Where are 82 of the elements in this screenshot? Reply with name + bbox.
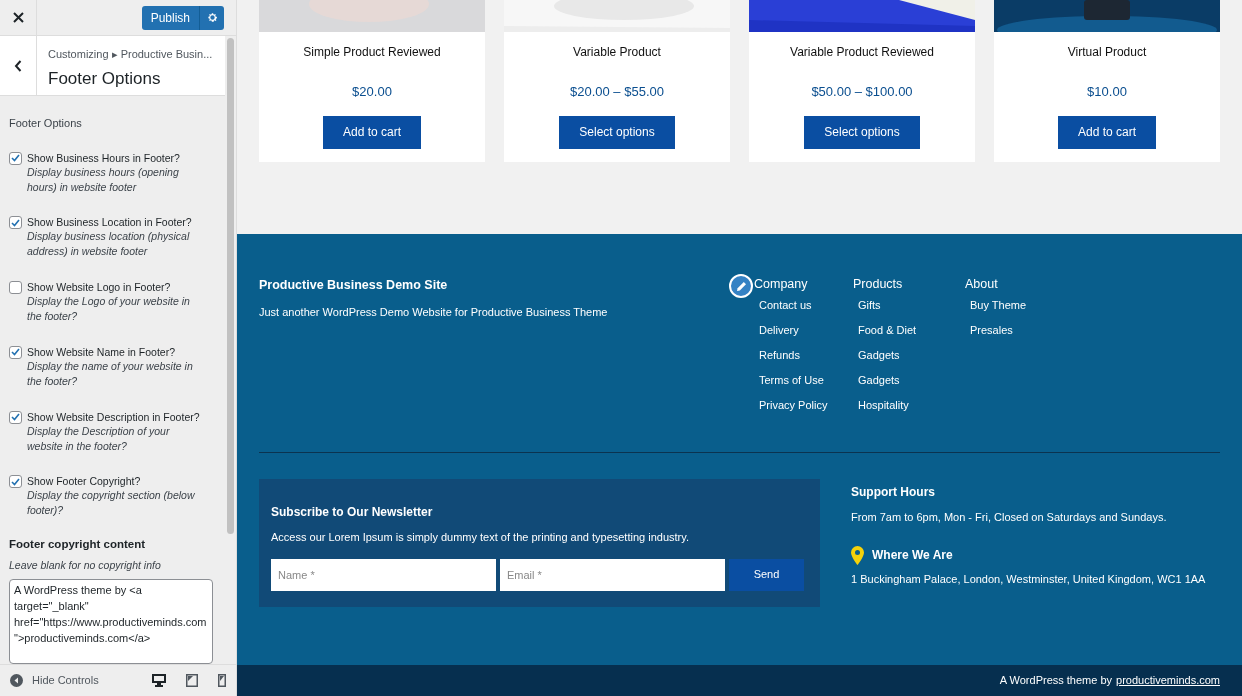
- product-price: $20.00: [352, 83, 392, 101]
- checkbox[interactable]: [9, 345, 22, 359]
- product-price: $20.00 – $55.00: [570, 83, 664, 101]
- tablet-icon[interactable]: [186, 674, 198, 687]
- desktop-icon[interactable]: [152, 674, 166, 687]
- footer-link[interactable]: Presales: [970, 323, 1085, 338]
- edit-shortcut[interactable]: [729, 274, 753, 298]
- checkbox[interactable]: [9, 216, 22, 230]
- footer-link[interactable]: Gifts: [858, 298, 965, 313]
- menu-heading: Products: [853, 276, 904, 292]
- product-price: $50.00 – $100.00: [811, 83, 913, 101]
- newsletter-title: Subscribe to Our Newsletter: [271, 504, 434, 521]
- menu-heading: About: [965, 276, 999, 292]
- close-icon: [12, 12, 24, 23]
- checkbox[interactable]: [9, 475, 22, 489]
- option-description: Display business location (physical address) in website footer: [27, 229, 191, 260]
- field-label: Footer copyright content: [9, 537, 147, 553]
- copyright-textarea[interactable]: A WordPress theme by <a target="_blank" href="https://www.productiveminds.com">productiveminds.com</a>: [9, 579, 213, 664]
- pencil-icon: [735, 280, 747, 292]
- option-label: Show Website Logo in Footer?: [27, 280, 172, 295]
- product-button[interactable]: Select options: [559, 115, 675, 149]
- product-button[interactable]: Add to cart: [323, 115, 421, 149]
- product-name[interactable]: Virtual Product: [1067, 43, 1147, 61]
- product-name[interactable]: Variable Product Reviewed: [790, 43, 934, 61]
- option-description: Display business hours (opening hours) in website footer: [27, 164, 180, 195]
- option-description: Display the Description of your website in the footer?: [27, 423, 171, 454]
- product-button[interactable]: Add to cart: [1058, 115, 1156, 149]
- copyright-link[interactable]: productiveminds.com: [1116, 672, 1220, 689]
- site-name: Productive Business Demo Site: [259, 277, 449, 294]
- option-description: Display the name of your website in the footer?: [27, 358, 194, 389]
- product-price: $10.00: [1087, 83, 1127, 101]
- option-description: Display the Logo of your website in the footer?: [27, 294, 191, 325]
- footer-link[interactable]: Hospitality: [858, 398, 965, 413]
- check-icon: [11, 348, 20, 357]
- breadcrumb: Customizing ▸ Productive Busin...: [48, 47, 213, 62]
- option-label: Show Business Location in Footer?: [27, 215, 193, 230]
- checkbox[interactable]: [9, 151, 22, 165]
- option-label: Show Footer Copyright?: [27, 474, 142, 489]
- mobile-icon[interactable]: [218, 674, 226, 687]
- name-field[interactable]: Name *: [271, 558, 496, 591]
- checkbox[interactable]: [9, 410, 22, 424]
- collapse-icon: [10, 674, 23, 687]
- footer-link[interactable]: Gadgets: [858, 373, 965, 388]
- newsletter-text: Access our Lorem Ipsum is simply dummy text of the printing and typesetting industry.: [271, 530, 690, 545]
- option-label: Show Business Hours in Footer?: [27, 150, 181, 165]
- footer-link[interactable]: Terms of Use: [759, 373, 853, 388]
- section-title: Footer Options: [9, 116, 83, 131]
- copyright-text: A WordPress theme by: [999, 673, 1113, 689]
- check-icon: [11, 218, 20, 227]
- site-description: Just another WordPress Demo Website for Productive Business Theme: [259, 304, 609, 320]
- option-label: Show Website Description in Footer?: [27, 409, 201, 424]
- footer-link[interactable]: Buy Theme: [970, 298, 1085, 313]
- checkbox[interactable]: [9, 281, 22, 295]
- check-icon: [11, 154, 20, 162]
- publish-settings-button[interactable]: [200, 5, 224, 30]
- hide-controls-button[interactable]: Hide Controls: [10, 672, 99, 689]
- check-icon: [11, 477, 20, 486]
- panel-title: Footer Options: [48, 67, 162, 90]
- product-button[interactable]: Select options: [804, 115, 920, 149]
- publish-button[interactable]: Publish: [141, 5, 200, 30]
- product-name[interactable]: Variable Product: [573, 43, 661, 61]
- support-text: From 7am to 6pm, Mon - Fri, Closed on Saturdays and Sundays.: [851, 510, 1168, 525]
- footer-link[interactable]: Refunds: [759, 348, 853, 363]
- email-field[interactable]: Email *: [500, 558, 725, 591]
- check-icon: [11, 413, 20, 422]
- field-hint: Leave blank for no copyright info: [9, 558, 162, 574]
- back-icon: [14, 59, 22, 72]
- footer-link[interactable]: Delivery: [759, 323, 853, 338]
- footer-link[interactable]: Privacy Policy: [759, 398, 853, 413]
- support-title: Support Hours: [851, 484, 936, 501]
- send-button[interactable]: Send: [729, 558, 804, 591]
- footer-link[interactable]: Food & Diet: [858, 323, 965, 338]
- menu-heading: Company: [754, 276, 809, 292]
- product-name[interactable]: Simple Product Reviewed: [303, 43, 441, 61]
- settings-icon: [206, 12, 218, 23]
- footer-link[interactable]: Contact us: [759, 298, 853, 313]
- footer-link[interactable]: Gadgets: [858, 348, 965, 363]
- location-title: Where We Are: [872, 547, 953, 564]
- location-text: 1 Buckingham Palace, London, Westminster, United Kingdom, WC1 1AA: [851, 571, 1206, 587]
- location-pin-icon: [851, 545, 864, 565]
- option-label: Show Website Name in Footer?: [27, 344, 177, 359]
- option-description: Display the copyright section (below footer)?: [27, 488, 196, 519]
